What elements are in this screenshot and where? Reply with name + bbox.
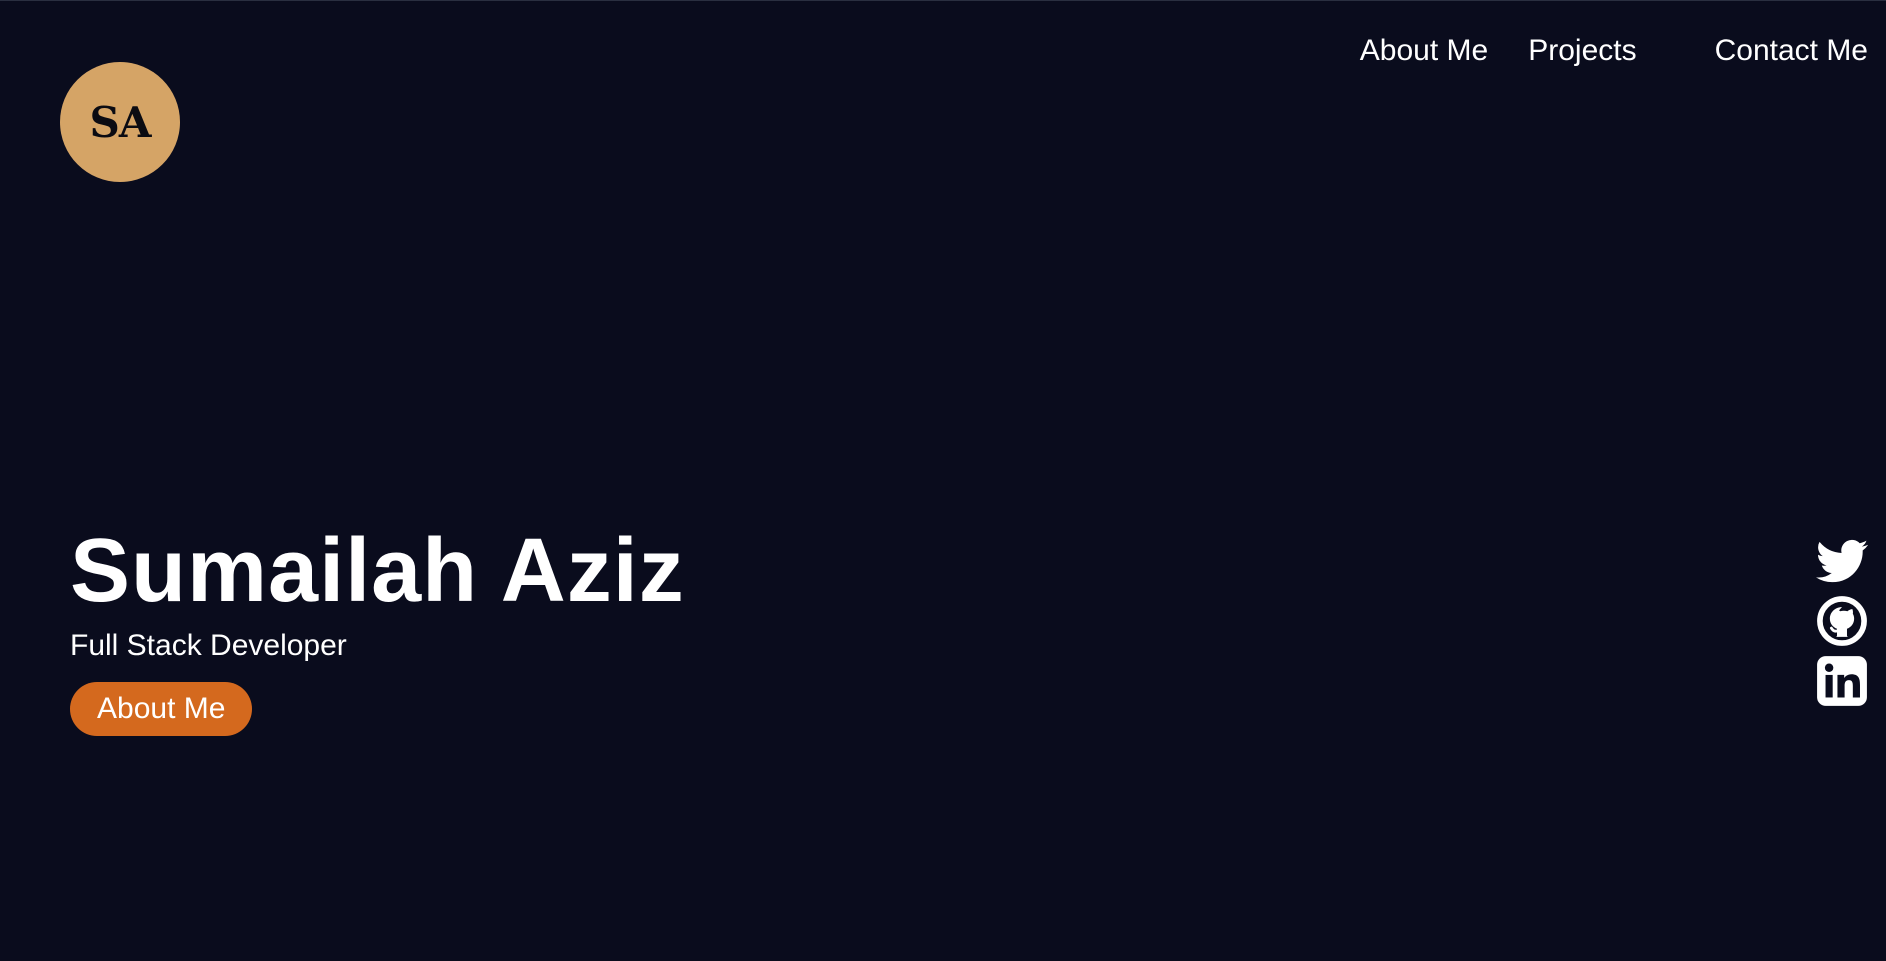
linkedin-link[interactable] <box>1816 655 1868 707</box>
github-icon <box>1817 596 1867 646</box>
logo[interactable]: SA <box>60 62 180 182</box>
about-me-button[interactable]: About Me <box>70 682 253 736</box>
twitter-link[interactable] <box>1816 535 1868 587</box>
hero: Sumailah Aziz Full Stack Developer About… <box>70 516 685 736</box>
page: SA About Me Projects Contact Me Sumailah… <box>0 0 1886 961</box>
nav-about-me[interactable]: About Me <box>1360 34 1488 68</box>
linkedin-icon <box>1817 656 1867 706</box>
top-nav: About Me Projects Contact Me <box>1360 31 1868 71</box>
nav-contact-me[interactable]: Contact Me <box>1715 34 1868 68</box>
social-links <box>1816 535 1868 715</box>
nav-projects[interactable]: Projects <box>1528 34 1636 68</box>
twitter-icon <box>1816 539 1868 583</box>
hero-name: Sumailah Aziz <box>70 521 685 621</box>
github-link[interactable] <box>1816 595 1868 647</box>
hero-role: Full Stack Developer <box>70 629 347 662</box>
logo-text: SA <box>89 97 152 147</box>
